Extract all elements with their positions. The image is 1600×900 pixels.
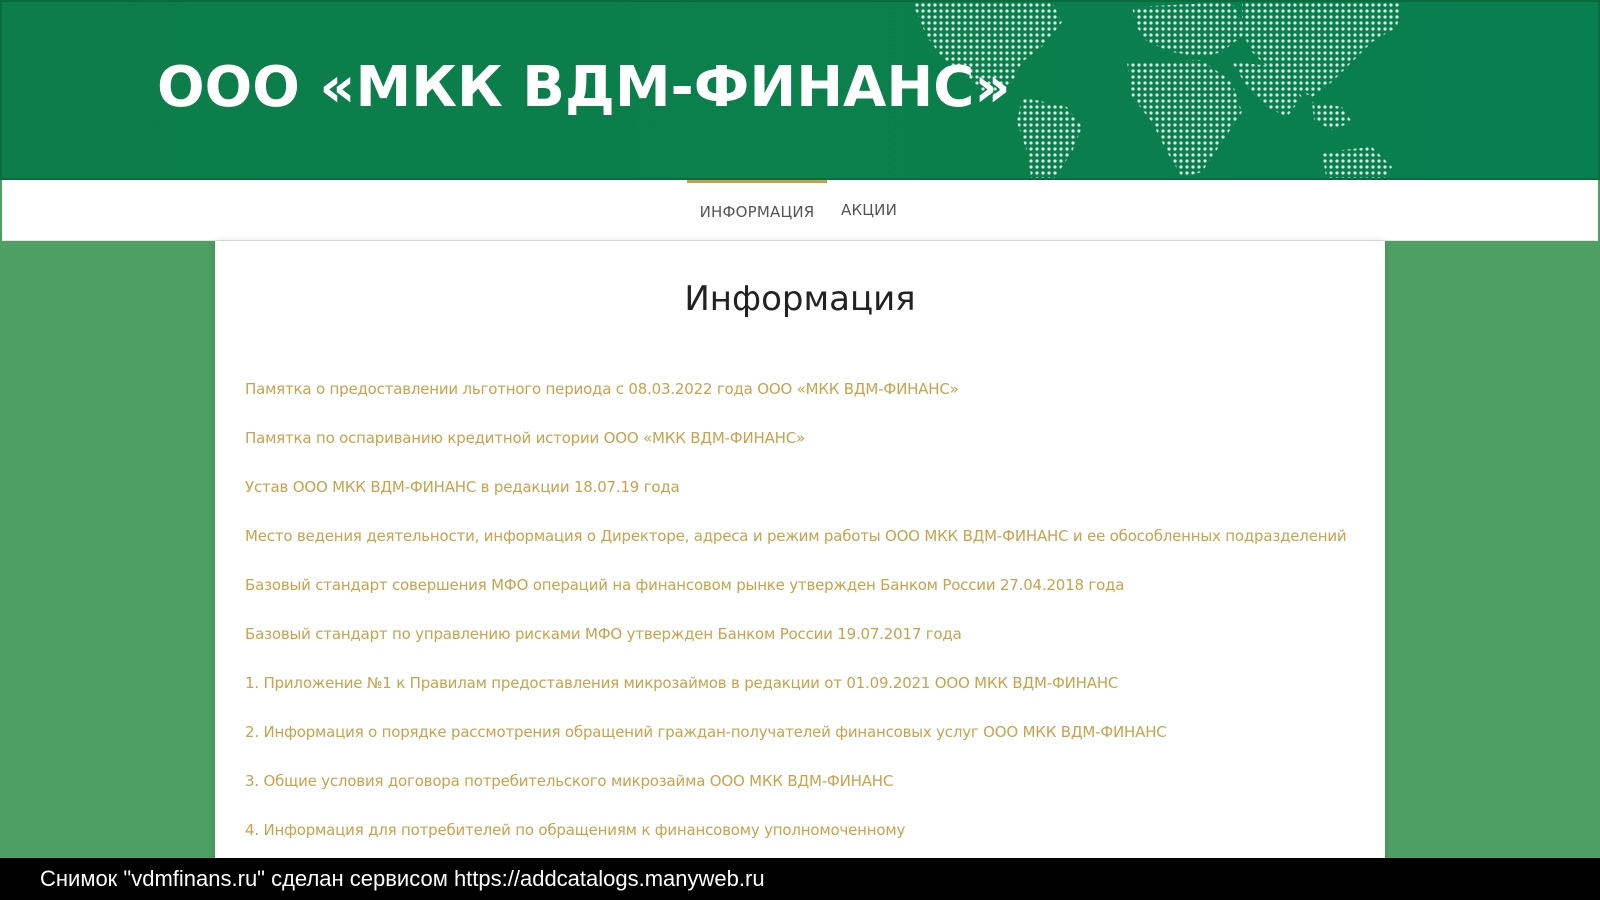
list-item: Устав ООО МКК ВДМ-ФИНАНС в редакции 18.0… (245, 477, 1365, 526)
document-links-list: Памятка о предоставлении льготного перио… (245, 379, 1365, 869)
document-link-credit-history[interactable]: Памятка по оспариванию кредитной истории… (245, 429, 805, 447)
nav-item-promotions[interactable]: АКЦИИ (834, 180, 904, 240)
main-navigation: ИНФОРМАЦИЯ АКЦИИ (2, 180, 1598, 241)
screenshot-watermark: Снимок "vdmfinans.ru" сделан сервисом ht… (0, 858, 1600, 900)
document-link-operations-standard[interactable]: Базовый стандарт совершения МФО операций… (245, 576, 1124, 594)
list-item: 3. Общие условия договора потребительско… (245, 771, 1365, 820)
list-item: Место ведения деятельности, информация о… (245, 526, 1365, 575)
document-link-locations[interactable]: Место ведения деятельности, информация о… (245, 527, 1347, 545)
page: ООО «МКК ВДМ-ФИНАНС» ИНФОРМАЦИЯ АКЦИИ Ин… (0, 0, 1600, 900)
world-map-dots-icon (912, 2, 1402, 178)
page-title: Информация (684, 279, 916, 319)
list-item: Памятка о предоставлении льготного перио… (245, 379, 1365, 428)
document-link-general-terms[interactable]: 3. Общие условия договора потребительско… (245, 772, 893, 790)
list-item: Памятка по оспариванию кредитной истории… (245, 428, 1365, 477)
document-link-grace-period[interactable]: Памятка о предоставлении льготного перио… (245, 380, 959, 398)
list-item: 2. Информация о порядке рассмотрения обр… (245, 722, 1365, 771)
document-link-charter[interactable]: Устав ООО МКК ВДМ-ФИНАНС в редакции 18.0… (245, 478, 680, 496)
list-item: 1. Приложение №1 к Правилам предоставлен… (245, 673, 1365, 722)
header-banner: ООО «МКК ВДМ-ФИНАНС» (0, 0, 1600, 180)
brand-title: ООО «МКК ВДМ-ФИНАНС» (157, 55, 1011, 120)
document-link-ombudsman[interactable]: 4. Информация для потребителей по обраще… (245, 821, 905, 839)
document-link-risk-standard[interactable]: Базовый стандарт по управлению рисками М… (245, 625, 962, 643)
list-item: Базовый стандарт по управлению рисками М… (245, 624, 1365, 673)
document-link-appendix-1[interactable]: 1. Приложение №1 к Правилам предоставлен… (245, 674, 1118, 692)
list-item: Базовый стандарт совершения МФО операций… (245, 575, 1365, 624)
document-link-complaints[interactable]: 2. Информация о порядке рассмотрения обр… (245, 723, 1167, 741)
content-panel: Информация Памятка о предоставлении льго… (215, 241, 1385, 861)
nav-item-information[interactable]: ИНФОРМАЦИЯ (687, 180, 827, 240)
